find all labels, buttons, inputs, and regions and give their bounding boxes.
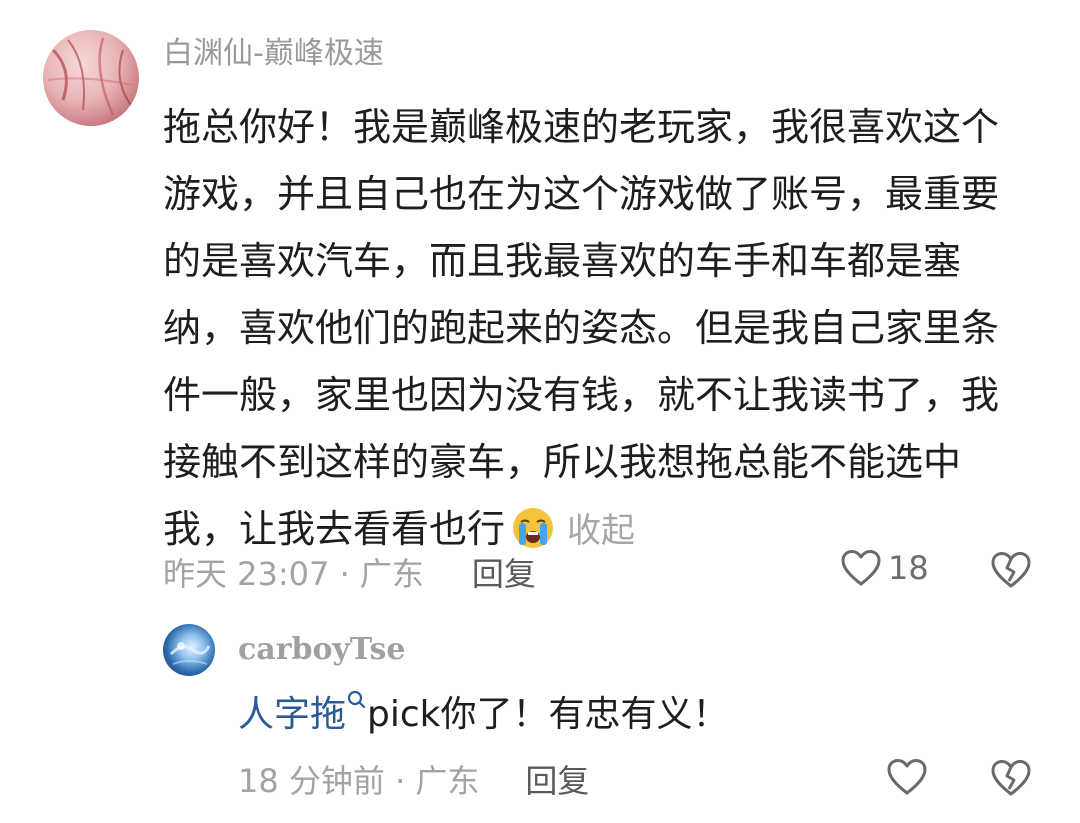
mention-text[interactable]: 人字拖	[238, 694, 346, 735]
heart-outline-icon	[887, 759, 927, 795]
reply-avatar[interactable]	[163, 624, 215, 676]
broken-heart-icon	[991, 760, 1031, 796]
dislike-button[interactable]	[990, 550, 1032, 594]
reply-like-button[interactable]	[886, 757, 928, 801]
like-button[interactable]: 18	[840, 548, 929, 588]
reply-avatar-art	[169, 642, 211, 665]
comment-meta: 昨天 23:07 · 广东 回复	[163, 550, 536, 594]
reply-username[interactable]: carboyTse	[238, 632, 405, 667]
comment-text: 拖总你好！我是巅峰极速的老玩家，我很喜欢这个 游戏，并且自己也在为这个游戏做了账…	[163, 94, 1043, 563]
comment-username[interactable]: 白渊仙-巅峰极速	[163, 34, 384, 74]
reply-dislike-button[interactable]	[990, 758, 1032, 802]
search-icon	[347, 690, 366, 709]
avatar[interactable]	[43, 30, 139, 126]
comment-line: 游戏，并且自己也在为这个游戏做了账号，最重要	[163, 172, 1000, 216]
collapse-button[interactable]: 收起	[567, 511, 635, 551]
timestamp-location: 昨天 23:07 · 广东	[163, 555, 424, 593]
mention-link[interactable]: 人字拖	[238, 690, 367, 735]
like-count: 18	[888, 549, 929, 587]
loudly-crying-face-icon	[513, 508, 554, 548]
broken-heart-icon	[991, 552, 1031, 588]
reply-meta: 18 分钟前 · 广东 回复	[238, 757, 589, 801]
comment-line: 拖总你好！我是巅峰极速的老玩家，我很喜欢这个	[163, 105, 1000, 149]
reply-message: pick你了！有忠有义！	[367, 694, 729, 735]
reply-text: 人字拖 pick你了！有忠有义！	[238, 690, 729, 740]
reply-reply-button[interactable]: 回复	[525, 756, 589, 802]
comment-line: 纳，喜欢他们的跑起来的姿态。但是我自己家里条	[163, 306, 1000, 350]
comment-line: 接触不到这样的豪车，所以我想拖总能不能选中	[163, 440, 962, 484]
avatar-art	[47, 37, 134, 116]
reply-timestamp-location: 18 分钟前 · 广东	[238, 762, 480, 800]
comment-line: 我，让我去看看也行	[163, 507, 506, 551]
reply-button[interactable]: 回复	[472, 549, 536, 595]
comment-line: 的是喜欢汽车，而且我最喜欢的车手和车都是塞	[163, 239, 962, 283]
comment-line: 件一般，家里也因为没有钱，就不让我读书了，我	[163, 373, 1000, 417]
heart-outline-icon	[841, 550, 881, 586]
